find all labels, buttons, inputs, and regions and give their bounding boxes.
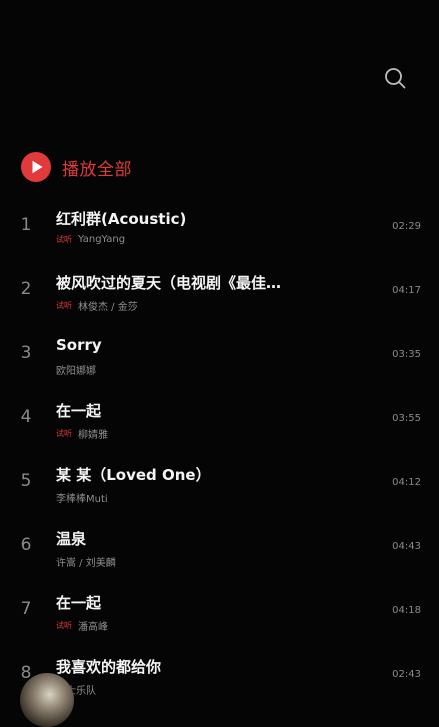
trial-badge: 试听: [56, 429, 72, 438]
song-subtitle: 试听 YangYang: [56, 234, 125, 245]
song-row[interactable]: 7 在一起 试听 潘高峰 04:18: [0, 577, 439, 641]
play-circle-icon: [21, 152, 51, 182]
song-duration: 02:43: [392, 669, 421, 680]
song-artist: 李棒棒Muti: [56, 494, 108, 505]
song-row[interactable]: 2 被风吹过的夏天（电视剧《最佳… 试听 林俊杰 / 金莎 04:17: [0, 257, 439, 321]
song-duration: 04:12: [392, 477, 421, 488]
song-title: 红利群(Acoustic): [56, 210, 187, 228]
now-playing-avatar[interactable]: [20, 673, 74, 727]
song-title: 温泉: [56, 530, 87, 548]
song-duration: 03:35: [392, 349, 421, 360]
song-title: 我喜欢的都给你: [56, 658, 162, 676]
trial-badge: 试听: [56, 301, 72, 310]
play-all-button[interactable]: 播放全部: [21, 152, 132, 182]
song-index: 6: [20, 535, 32, 555]
song-row[interactable]: 1 红利群(Acoustic) 试听 YangYang 02:29: [0, 193, 439, 257]
song-artist: 林俊杰 / 金莎: [78, 302, 138, 313]
song-duration: 04:17: [392, 285, 421, 296]
song-list: 1 红利群(Acoustic) 试听 YangYang 02:29 2 被风吹过…: [0, 193, 439, 705]
song-index: 4: [20, 407, 32, 427]
trial-badge: 试听: [56, 621, 72, 630]
song-artist: 许嵩 / 刘美麟: [56, 558, 116, 569]
song-subtitle: 许嵩 / 刘美麟: [56, 554, 116, 569]
song-artist: 柳婧雅: [78, 430, 108, 441]
song-index: 3: [20, 343, 32, 363]
search-button[interactable]: [383, 66, 407, 90]
song-title: 在一起: [56, 594, 102, 612]
song-title: 某 某（Loved One）: [56, 466, 211, 484]
search-icon: [385, 68, 406, 89]
song-subtitle: 试听 林俊杰 / 金莎: [56, 298, 138, 313]
song-artist: 欧阳娜娜: [56, 366, 96, 377]
song-row[interactable]: 6 温泉 许嵩 / 刘美麟 04:43: [0, 513, 439, 577]
song-row[interactable]: 5 某 某（Loved One） 李棒棒Muti 04:12: [0, 449, 439, 513]
song-title: 在一起: [56, 402, 102, 420]
song-artist: 潘高峰: [78, 622, 108, 633]
song-subtitle: 欧阳娜娜: [56, 362, 96, 377]
song-artist: YangYang: [78, 234, 126, 245]
song-title: Sorry: [56, 336, 102, 354]
song-subtitle: 试听 柳婧雅: [56, 426, 108, 441]
song-subtitle: 李棒棒Muti: [56, 490, 108, 505]
song-duration: 02:29: [392, 221, 421, 232]
song-duration: 04:18: [392, 605, 421, 616]
song-duration: 04:43: [392, 541, 421, 552]
song-index: 1: [20, 215, 32, 235]
song-subtitle: 试听 潘高峰: [56, 618, 108, 633]
song-index: 7: [20, 599, 32, 619]
song-index: 5: [20, 471, 32, 491]
song-duration: 03:55: [392, 413, 421, 424]
trial-badge: 试听: [56, 235, 72, 244]
song-row[interactable]: 3 Sorry 欧阳娜娜 03:35: [0, 321, 439, 385]
song-index: 2: [20, 279, 32, 299]
play-all-label: 播放全部: [62, 159, 132, 180]
song-row[interactable]: 4 在一起 试听 柳婧雅 03:55: [0, 385, 439, 449]
song-title: 被风吹过的夏天（电视剧《最佳…: [56, 274, 282, 292]
